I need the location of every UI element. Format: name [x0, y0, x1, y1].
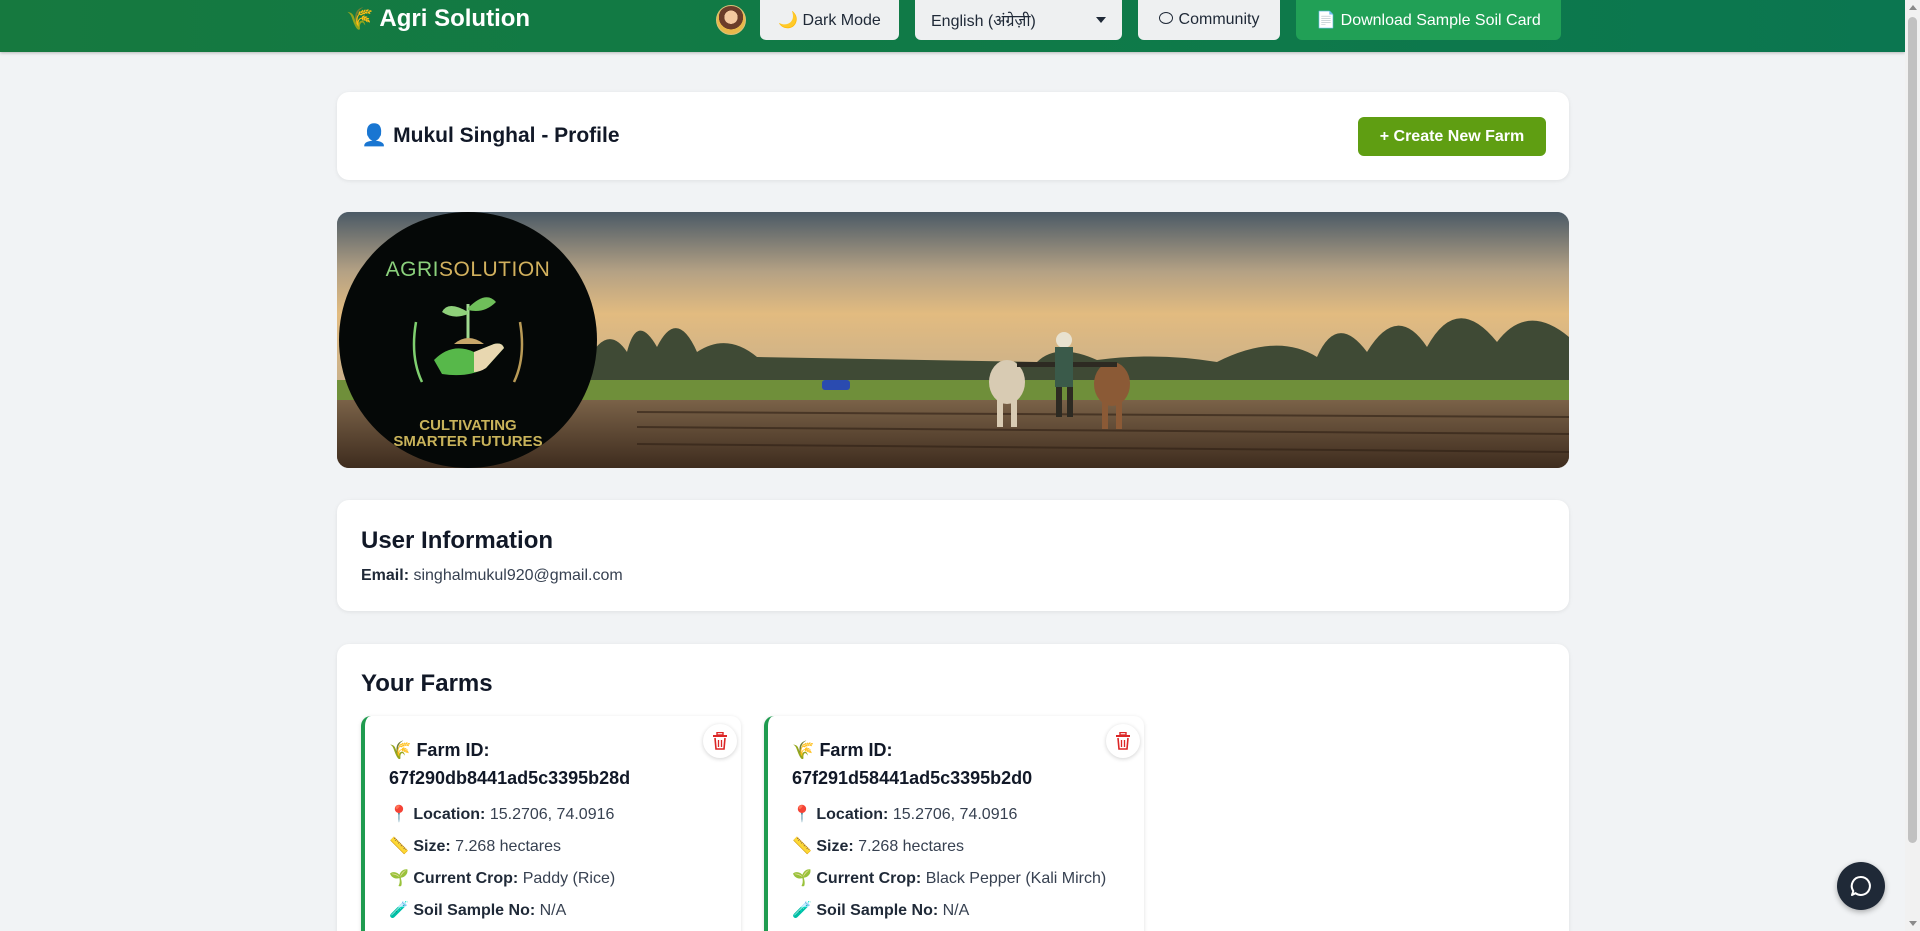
language-selected-value: English (अंग्रेज़ी): [931, 13, 1036, 30]
farm-soil-sample: 🧪 Soil Sample No: N/A: [792, 902, 970, 919]
profile-title-text: Mukul Singhal - Profile: [393, 124, 620, 147]
profile-header-card: 👤 Mukul Singhal - Profile + Create New F…: [337, 92, 1569, 180]
ruler-icon: 📏: [389, 838, 409, 855]
your-farms-card: Your Farms 🌾 Farm ID: 67f290db8441ad5c33…: [337, 644, 1569, 931]
scroll-up-icon[interactable]: [1909, 5, 1917, 10]
wheat-icon: 🌾: [792, 740, 815, 760]
trash-icon: [1116, 732, 1130, 750]
wheat-icon: 🌾: [346, 6, 374, 31]
email-value: singhalmukul920@gmail.com: [413, 567, 623, 584]
farm-soil-sample: 🧪 Soil Sample No: N/A: [389, 902, 567, 919]
chat-bubble-icon: [1850, 875, 1871, 896]
farm-id-value: 67f290db8441ad5c3395b28d: [389, 768, 631, 788]
agrisolution-logo: AGRISOLUTION CULTIVATING SMARTER FUTURES: [339, 212, 597, 468]
create-new-farm-button[interactable]: + Create New Farm: [1358, 117, 1546, 156]
ruler-icon: 📏: [792, 838, 812, 855]
farm-id-value: 67f291d58441ad5c3395b2d0: [792, 768, 1033, 788]
user-icon: 👤: [361, 124, 388, 147]
top-navbar: 🌾 Agri Solution 🌙 Dark Mode English (अंग…: [0, 0, 1905, 52]
download-soil-card-button[interactable]: 📄 Download Sample Soil Card: [1296, 0, 1561, 40]
scrollbar-thumb[interactable]: [1908, 17, 1917, 843]
chat-bubble-icon: [1158, 12, 1173, 24]
language-select[interactable]: English (अंग्रेज़ी): [915, 0, 1122, 40]
delete-farm-button[interactable]: [1106, 724, 1140, 758]
farm-size: 📏 Size: 7.268 hectares: [792, 838, 965, 855]
email-label: Email:: [361, 567, 410, 584]
farm-size: 📏 Size: 7.268 hectares: [389, 838, 562, 855]
delete-farm-button[interactable]: [703, 724, 737, 758]
wheat-icon: 🌾: [389, 740, 412, 760]
email-row: Email: singhalmukul920@gmail.com: [361, 567, 623, 585]
chat-widget-button[interactable]: [1837, 862, 1885, 910]
pin-icon: 📍: [389, 806, 409, 823]
caret-down-icon: [1096, 17, 1106, 23]
trash-icon: [713, 732, 727, 750]
farm-current-crop: 🌱 Current Crop: Paddy (Rice): [389, 870, 616, 887]
page-title: 👤 Mukul Singhal - Profile: [361, 124, 620, 148]
seedling-icon: 🌱: [389, 870, 409, 887]
dark-mode-button[interactable]: 🌙 Dark Mode: [760, 0, 899, 40]
brand-name: Agri Solution: [379, 5, 531, 32]
logo-title: AGRISOLUTION: [385, 258, 551, 281]
brand[interactable]: 🌾 Agri Solution: [346, 5, 530, 33]
test-tube-icon: 🧪: [792, 902, 812, 919]
page-scrollbar[interactable]: [1905, 0, 1920, 931]
farm-card[interactable]: 🌾 Farm ID: 67f291d58441ad5c3395b2d0 📍 Lo…: [764, 716, 1144, 931]
user-information-card: User Information Email: singhalmukul920@…: [337, 500, 1569, 611]
seedling-icon: 🌱: [792, 870, 812, 887]
farm-location: 📍 Location: 15.2706, 74.0916: [792, 806, 1018, 823]
farm-current-crop: 🌱 Current Crop: Black Pepper (Kali Mirch…: [792, 870, 1107, 887]
hand-sprout-icon: [412, 297, 524, 383]
community-button[interactable]: Community: [1138, 0, 1280, 40]
user-information-heading: User Information: [361, 527, 554, 554]
farm-card[interactable]: 🌾 Farm ID: 67f290db8441ad5c3395b28d 📍 Lo…: [361, 716, 741, 931]
test-tube-icon: 🧪: [389, 902, 409, 919]
pin-icon: 📍: [792, 806, 812, 823]
logo-tagline: CULTIVATING SMARTER FUTURES: [393, 417, 543, 450]
community-label: Community: [1178, 11, 1260, 28]
farm-id: 🌾 Farm ID: 67f290db8441ad5c3395b28d: [389, 740, 631, 788]
scroll-down-icon[interactable]: [1909, 921, 1917, 926]
farm-id: 🌾 Farm ID: 67f291d58441ad5c3395b2d0: [792, 740, 1033, 788]
user-avatar[interactable]: [716, 5, 746, 35]
your-farms-heading: Your Farms: [361, 670, 493, 697]
farm-location: 📍 Location: 15.2706, 74.0916: [389, 806, 615, 823]
